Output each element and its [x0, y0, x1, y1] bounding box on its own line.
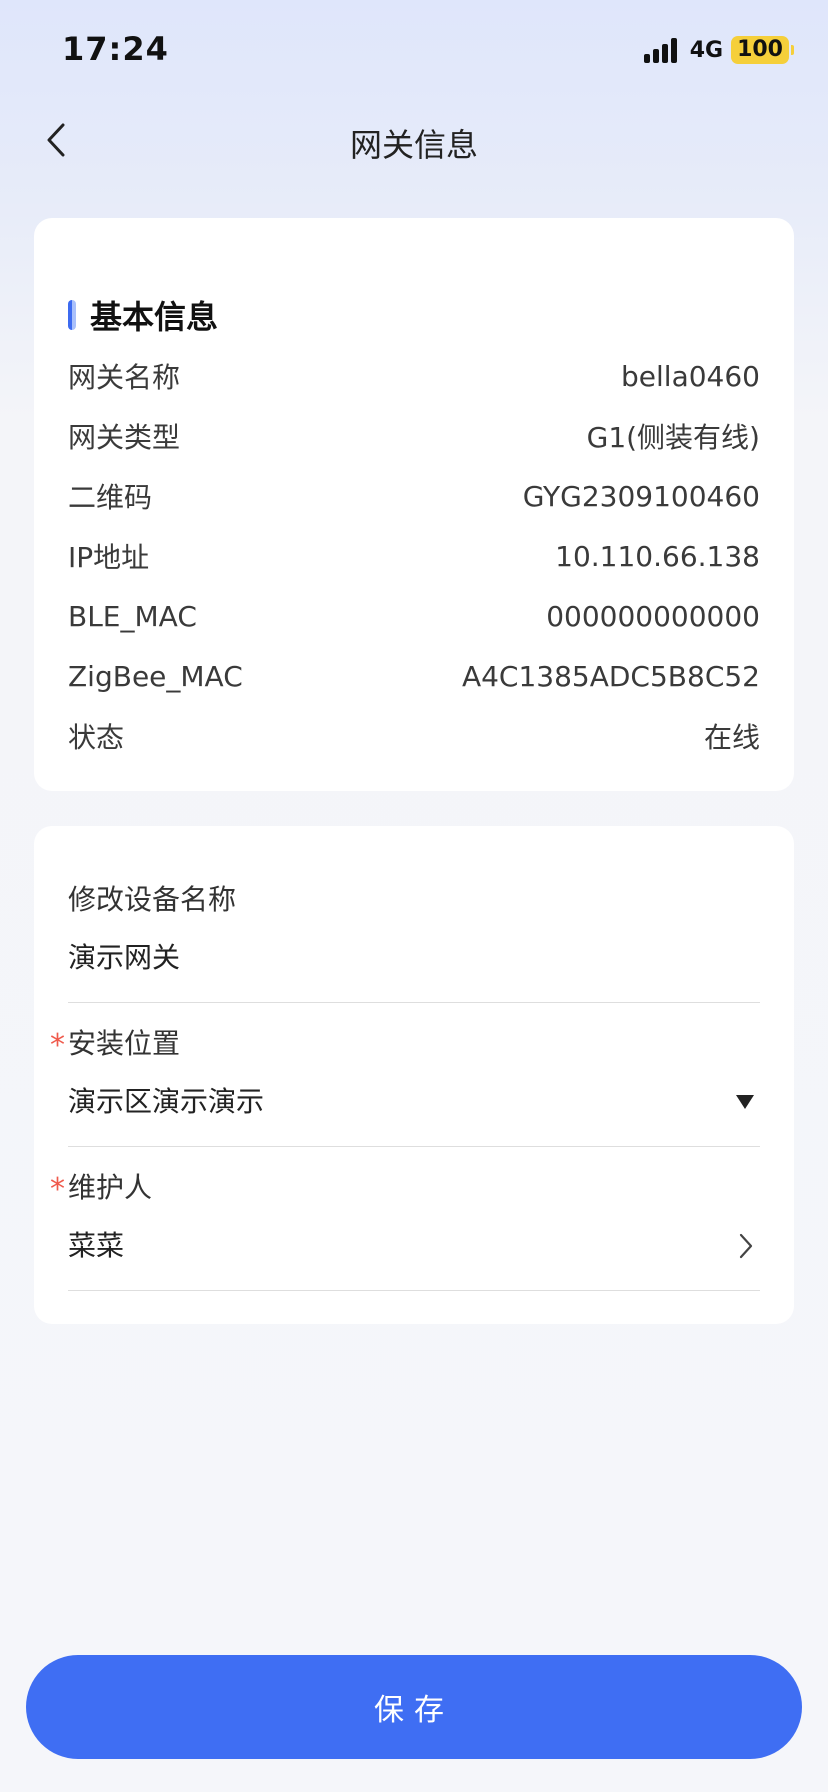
- device-name-field: 修改设备名称 演示网关: [68, 880, 760, 1003]
- divider: [68, 1290, 760, 1291]
- maintainer-label-text: 维护人: [68, 1171, 153, 1204]
- caret-down-icon: [736, 1095, 754, 1109]
- battery-icon: 100: [731, 36, 794, 64]
- install-location-label-text: 安装位置: [68, 1027, 181, 1060]
- install-location-value: 演示区演示演示: [68, 1085, 265, 1118]
- divider: [68, 1146, 760, 1147]
- maintainer-label: * 维护人: [50, 1168, 760, 1208]
- divider: [68, 1002, 760, 1003]
- section-title-text: 基本信息: [90, 298, 219, 336]
- info-value: 000000000000: [546, 599, 760, 633]
- info-label: IP地址: [68, 541, 150, 574]
- required-mark: *: [50, 1028, 65, 1063]
- device-name-input[interactable]: 演示网关: [68, 938, 760, 978]
- info-value: A4C1385ADC5B8C52: [461, 659, 760, 693]
- info-label: 网关名称: [68, 361, 181, 394]
- info-value: GYG2309100460: [522, 479, 760, 513]
- status-value: 在线: [703, 721, 760, 754]
- info-label: BLE_MAC: [68, 599, 197, 633]
- info-value: bella0460: [621, 359, 760, 393]
- install-location-field: * 安装位置 演示区演示演示: [50, 1024, 760, 1147]
- install-location-select[interactable]: 演示区演示演示: [68, 1082, 760, 1122]
- info-value: G1(侧装有线): [586, 421, 760, 454]
- section-marker: [68, 300, 76, 330]
- info-row-ip-address: IP地址 10.110.66.138: [68, 536, 760, 576]
- status-time: 17:24: [62, 30, 169, 68]
- device-name-label: 修改设备名称: [68, 883, 237, 916]
- required-mark: *: [50, 1172, 65, 1207]
- network-type: 4G: [689, 37, 724, 63]
- info-label: 状态: [68, 721, 125, 754]
- nav-bar: 网关信息: [0, 100, 828, 180]
- device-name-value: 演示网关: [68, 941, 181, 974]
- save-button[interactable]: 保存: [26, 1655, 802, 1759]
- status-bar: 17:24 4G 100: [0, 0, 828, 100]
- info-row-zigbee-mac: ZigBee_MAC A4C1385ADC5B8C52: [68, 656, 760, 696]
- info-label: 二维码: [68, 481, 153, 514]
- basic-info-card: 基本信息 网关名称 bella0460 网关类型 G1(侧装有线) 二维码 GY…: [34, 218, 794, 791]
- battery-level: 100: [731, 36, 789, 64]
- maintainer-picker[interactable]: 菜菜: [68, 1226, 760, 1266]
- info-label: ZigBee_MAC: [68, 659, 243, 693]
- info-row-gateway-type: 网关类型 G1(侧装有线): [68, 416, 760, 456]
- status-indicators: 4G 100: [643, 34, 794, 66]
- info-label: 网关类型: [68, 421, 181, 454]
- install-location-label: * 安装位置: [50, 1024, 760, 1064]
- info-row-qrcode: 二维码 GYG2309100460: [68, 476, 760, 516]
- info-row-gateway-name: 网关名称 bella0460: [68, 356, 760, 396]
- section-title: 基本信息: [68, 292, 218, 338]
- info-value: 10.110.66.138: [555, 539, 760, 573]
- info-row-status: 状态 在线: [68, 716, 760, 756]
- chevron-right-icon: [732, 1226, 760, 1266]
- page-title: 网关信息: [349, 126, 478, 164]
- edit-card: 修改设备名称 演示网关 * 安装位置 演示区演示演示 * 维护人 菜菜: [34, 826, 794, 1324]
- signal-icon: [643, 37, 680, 63]
- info-row-ble-mac: BLE_MAC 000000000000: [68, 596, 760, 636]
- maintainer-field: * 维护人 菜菜: [50, 1168, 760, 1291]
- maintainer-value: 菜菜: [68, 1229, 125, 1262]
